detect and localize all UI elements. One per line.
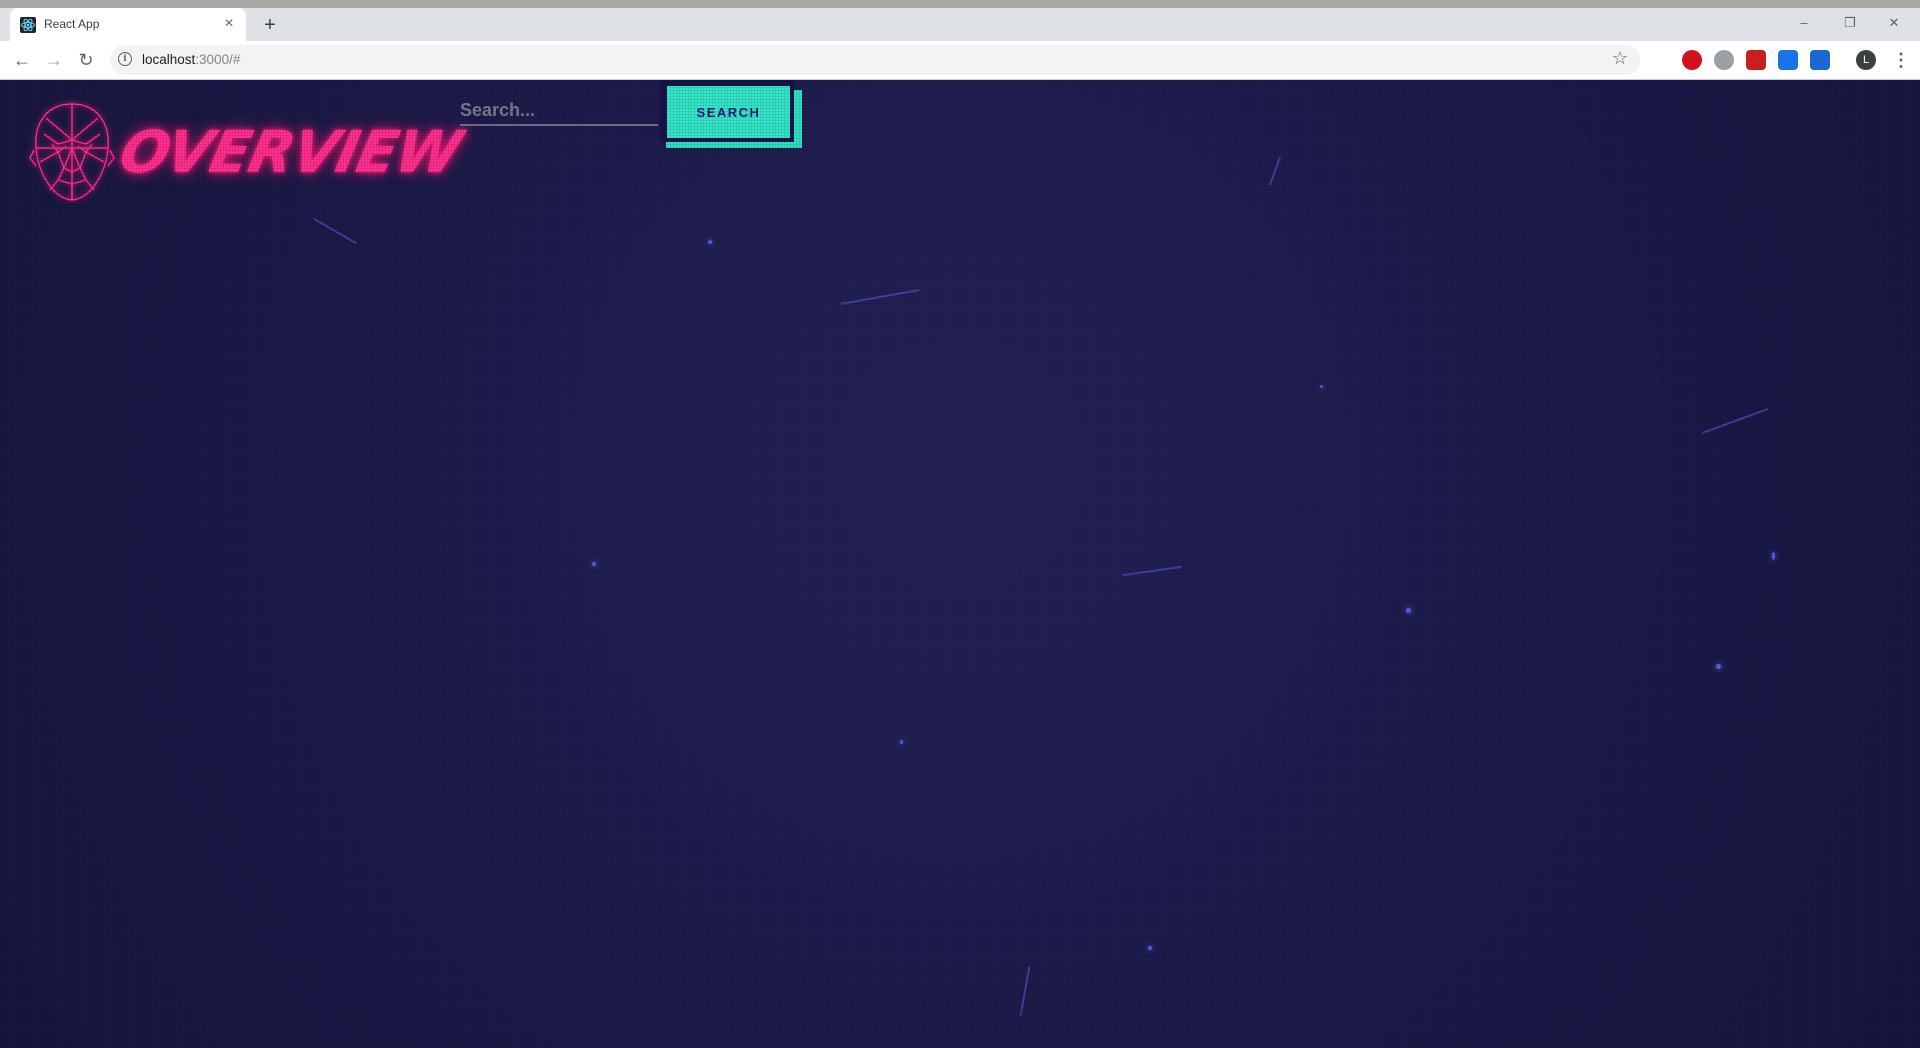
url-host: localhost: [142, 52, 196, 67]
search-button[interactable]: SEARCH: [667, 86, 790, 138]
background-streak: [1122, 565, 1182, 577]
wireframe-face-icon: [29, 103, 115, 201]
minimize-button[interactable]: –: [1786, 12, 1822, 34]
tab-title: React App: [44, 17, 100, 31]
background-streak: [840, 289, 920, 305]
url-text: localhost:3000/#: [142, 52, 240, 67]
red-ext-icon[interactable]: [1746, 50, 1766, 70]
background-speck: [1406, 608, 1411, 613]
react-favicon-icon: [20, 17, 36, 33]
screen-ext-icon[interactable]: [1810, 50, 1830, 70]
blue-ext-icon[interactable]: [1778, 50, 1798, 70]
logo-text: OVERVIEW: [113, 118, 467, 186]
background-speck: [1320, 385, 1323, 388]
browser-menu-icon[interactable]: ⋮: [1892, 49, 1910, 71]
background-speck: [1716, 664, 1721, 669]
tab-close-icon[interactable]: ×: [220, 15, 238, 33]
browser-toolbar: ← → ↻ i localhost:3000/# ☆ L ⋮: [0, 41, 1920, 80]
help-ext-icon[interactable]: [1714, 50, 1734, 70]
overview-logo[interactable]: OVERVIEW: [26, 100, 467, 210]
background-speck: [1772, 552, 1775, 560]
forward-button[interactable]: →: [40, 47, 68, 73]
opera-ext-icon[interactable]: [1682, 50, 1702, 70]
background-speck: [708, 240, 712, 244]
background-streak: [1019, 966, 1031, 1016]
background-speck: [900, 740, 903, 744]
reload-button[interactable]: ↻: [72, 47, 100, 73]
profile-avatar[interactable]: L: [1856, 50, 1876, 70]
bookmark-star-icon[interactable]: ☆: [1612, 48, 1628, 69]
back-button[interactable]: ←: [8, 47, 36, 73]
site-info-icon[interactable]: i: [118, 52, 132, 66]
tab-react-app[interactable]: React App ×: [10, 8, 246, 41]
app-page: OVERVIEW SEARCH: [0, 80, 1920, 1048]
background-streak: [312, 217, 358, 245]
new-tab-button[interactable]: +: [258, 14, 282, 36]
search-button-wrapper: SEARCH: [660, 80, 802, 150]
restore-button[interactable]: ❐: [1832, 12, 1868, 34]
close-window-button[interactable]: ✕: [1876, 12, 1912, 34]
background-speck: [592, 562, 596, 566]
background-streak: [1701, 408, 1769, 434]
tab-bar: React App × + – ❐ ✕: [0, 8, 1920, 41]
background-speck: [1148, 946, 1152, 950]
address-bar[interactable]: i localhost:3000/# ☆: [110, 45, 1640, 75]
background-streak: [1268, 156, 1282, 186]
url-rest: :3000/#: [195, 52, 241, 67]
window-title-strip: [0, 0, 1920, 8]
search-input[interactable]: [460, 98, 658, 126]
